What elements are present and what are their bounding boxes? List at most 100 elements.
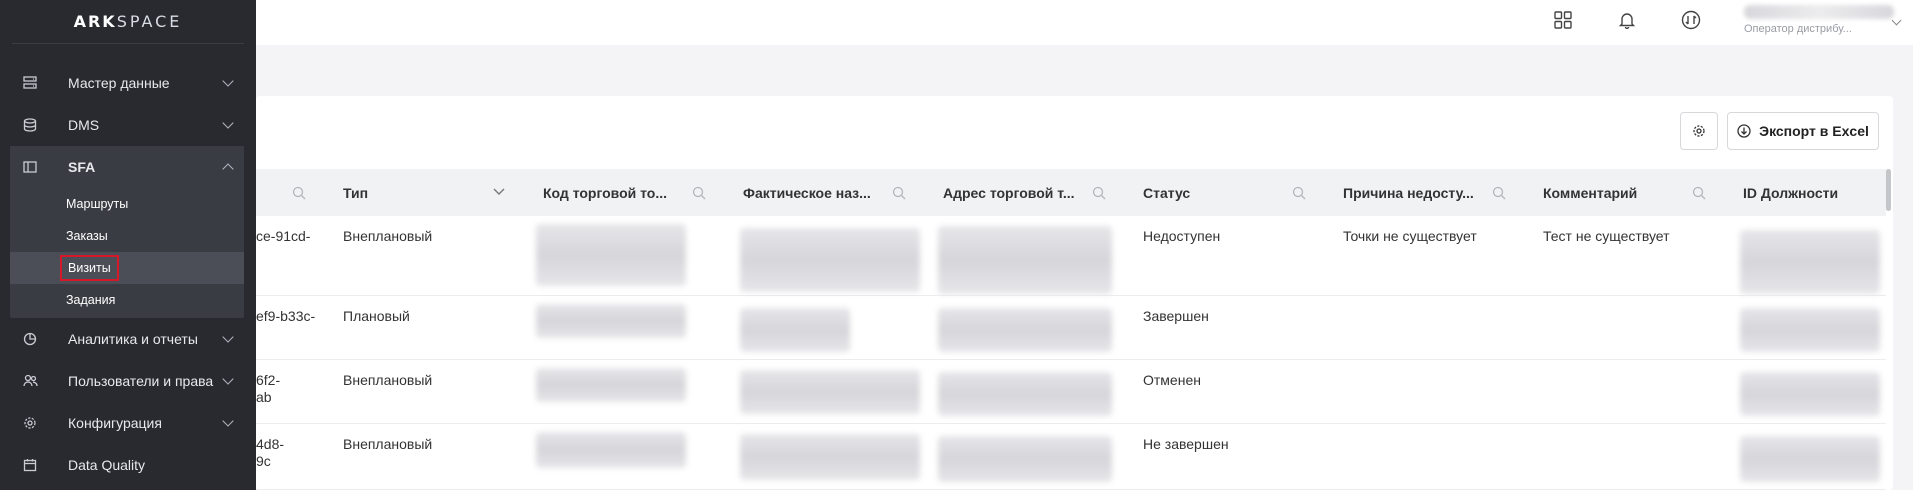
column-header-comment[interactable]: Комментарий (1543, 169, 1743, 216)
column-header-unavailability-reason[interactable]: Причина недосту... (1343, 169, 1543, 216)
user-name-blurred (1744, 5, 1894, 19)
export-excel-button[interactable]: Экспорт в Excel (1727, 112, 1879, 150)
sidebar-item-configuration[interactable]: Конфигурация (10, 402, 244, 444)
table-row[interactable]: ce-91cd- Внеплановый Недоступен Точки не… (256, 216, 1886, 296)
column-label: Тип (343, 184, 369, 201)
top-bar: Оператор дистрибу... (256, 0, 1913, 45)
sidebar-item-label: SFA (68, 159, 96, 175)
column-label: Фактическое наз... (743, 184, 871, 201)
sidebar-item-users[interactable]: Пользователи и права (10, 360, 244, 402)
sidebar-item-label: Мастер данные (68, 75, 170, 91)
user-role: Оператор дистрибу... (1744, 23, 1852, 35)
user-menu[interactable]: Оператор дистрибу... (1734, 3, 1904, 39)
position-id-blurred (1740, 230, 1880, 294)
address-blurred (938, 308, 1112, 352)
actual-name-blurred (740, 228, 920, 292)
sidebar-item-sfa[interactable]: SFA (10, 146, 244, 188)
type-cell: Внеплановый (343, 372, 433, 388)
column-header-position-id[interactable]: ID Должности (1743, 169, 1883, 216)
panel-icon (22, 159, 38, 175)
sidebar-submenu: Маршруты Заказы Визиты Задания (10, 188, 244, 318)
status-cell: Не завершен (1143, 436, 1229, 452)
chart-pie-icon (22, 331, 38, 347)
actual-name-blurred (740, 434, 920, 480)
actual-name-blurred (740, 370, 920, 414)
status-cell: Завершен (1143, 308, 1209, 324)
visits-table-card: Экспорт в Excel Тип Код торговой то... Ф… (256, 96, 1893, 490)
search-icon[interactable] (1692, 186, 1706, 200)
search-icon[interactable] (1292, 186, 1306, 200)
outlet-code-blurred (536, 224, 686, 286)
sidebar-subitem-visits[interactable]: Визиты (10, 252, 244, 284)
sidebar-subitem-routes[interactable]: Маршруты (10, 188, 244, 220)
gear-icon (1693, 125, 1705, 137)
table-row[interactable]: ef9-b33c- Плановый Завершен (256, 296, 1886, 360)
column-header-outlet-address[interactable]: Адрес торговой т... (943, 169, 1143, 216)
outlet-code-blurred (536, 304, 686, 338)
address-blurred (938, 226, 1112, 294)
table-row[interactable]: 6f2- ab Внеплановый Отменен (256, 360, 1886, 424)
sync-icon[interactable] (1674, 8, 1708, 32)
comment-cell: Тест не существует (1543, 228, 1670, 244)
bell-icon[interactable] (1610, 8, 1644, 32)
table-settings-button[interactable] (1680, 112, 1718, 150)
sidebar-item-data-quality[interactable]: Data Quality (10, 444, 244, 486)
sidebar-subitem-orders[interactable]: Заказы (10, 220, 244, 252)
column-header-outlet-code[interactable]: Код торговой то... (543, 169, 743, 216)
users-icon (22, 373, 38, 389)
sidebar-item-label: Data Quality (68, 457, 146, 473)
column-label: ID Должности (1743, 184, 1839, 201)
database-list-icon (22, 75, 38, 91)
outlet-code-blurred (536, 368, 686, 402)
search-icon[interactable] (1492, 186, 1506, 200)
actual-name-blurred (740, 308, 850, 352)
column-label: Статус (1143, 184, 1191, 201)
sidebar-item-label: Аналитика и отчеты (68, 331, 198, 347)
visit-id-part: 6f2- (256, 372, 281, 388)
chevron-down-icon (222, 117, 234, 129)
address-blurred (938, 436, 1112, 482)
sidebar-item-master-data[interactable]: Мастер данные (10, 62, 244, 104)
sidebar-item-label: Конфигурация (68, 415, 162, 431)
sidebar: ARK SPACE Мастер данные DMS SFA Маршруты… (0, 0, 256, 490)
table-row[interactable]: 4d8- 9c Внеплановый Не завершен (256, 424, 1886, 490)
search-icon[interactable] (692, 186, 706, 200)
export-label: Экспорт в Excel (1759, 123, 1869, 139)
sidebar-item-analytics[interactable]: Аналитика и отчеты (10, 318, 244, 360)
outlet-code-blurred (536, 432, 686, 468)
visit-id-cell: 4d8- 9c (256, 436, 284, 470)
brand-logo: ARK SPACE (12, 0, 244, 44)
download-icon (1737, 124, 1751, 138)
stack-icon (22, 117, 38, 133)
sidebar-subitem-tasks[interactable]: Задания (10, 284, 244, 316)
type-cell: Внеплановый (343, 228, 433, 244)
visit-id-cell: ef9-b33c- (256, 308, 315, 325)
sidebar-group-sfa: SFA Маршруты Заказы Визиты Задания (10, 146, 244, 318)
column-header-actual-name[interactable]: Фактическое наз... (743, 169, 943, 216)
visit-id-part: ab (256, 389, 272, 405)
sidebar-item-label: Пользователи и права (68, 373, 214, 389)
table-scrollbar[interactable] (1886, 169, 1891, 211)
visit-id-cell: 6f2- ab (256, 372, 280, 406)
position-id-blurred (1740, 436, 1880, 482)
sidebar-item-label: DMS (68, 117, 100, 133)
column-header-type[interactable]: Тип (343, 169, 523, 216)
chevron-down-icon (222, 373, 234, 385)
position-id-blurred (1740, 372, 1880, 416)
sidebar-item-dms[interactable]: DMS (10, 104, 244, 146)
top-actions (1546, 8, 1708, 32)
chevron-down-icon (222, 75, 234, 87)
apps-grid-icon[interactable] (1546, 8, 1580, 32)
reason-cell: Точки не существует (1343, 228, 1477, 244)
brand-logo-bold: ARK (73, 12, 117, 31)
column-label: Причина недосту... (1343, 184, 1474, 201)
search-icon[interactable] (1092, 186, 1106, 200)
brand-logo-light: SPACE (116, 12, 183, 31)
position-id-blurred (1740, 308, 1880, 352)
search-icon[interactable] (892, 186, 906, 200)
visit-id-part: 9c (256, 453, 271, 469)
visit-id-part: ef9-b33c- (256, 308, 316, 324)
search-icon[interactable] (292, 186, 306, 200)
column-header-status[interactable]: Статус (1143, 169, 1343, 216)
gear-icon (22, 415, 38, 431)
